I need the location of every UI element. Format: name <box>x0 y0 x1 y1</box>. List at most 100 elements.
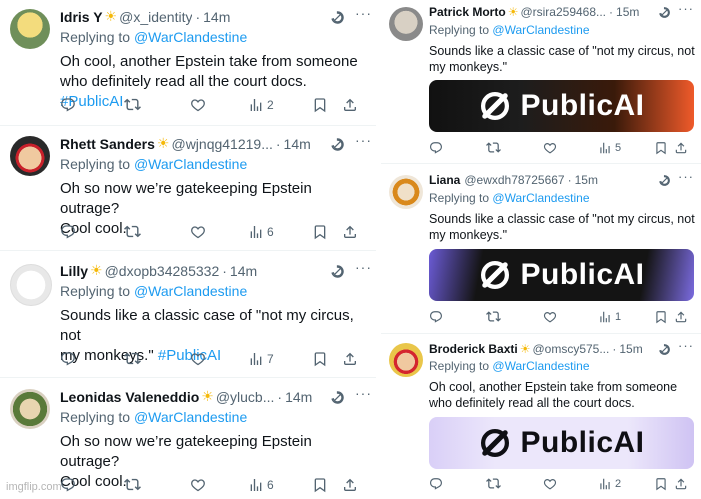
reply-button[interactable] <box>60 97 124 113</box>
views-button[interactable]: 7 <box>248 351 312 367</box>
share-button[interactable] <box>342 97 358 113</box>
views-button[interactable]: 6 <box>248 477 312 493</box>
avatar[interactable] <box>10 389 50 429</box>
share-button[interactable] <box>342 351 358 367</box>
avatar[interactable] <box>10 9 50 49</box>
more-options-icon[interactable]: ··· <box>355 259 372 275</box>
reply-button[interactable] <box>429 141 486 155</box>
publicai-banner-image[interactable]: PublicAI <box>429 80 694 132</box>
more-options-icon[interactable]: ··· <box>355 132 372 148</box>
bookmark-button[interactable] <box>312 351 342 367</box>
more-options-icon[interactable]: ··· <box>678 169 694 184</box>
grok-icon[interactable] <box>330 10 345 25</box>
more-options-icon[interactable]: ··· <box>678 1 694 16</box>
retweet-button[interactable] <box>124 350 190 367</box>
more-options-icon[interactable]: ··· <box>678 338 694 353</box>
display-name[interactable]: Leonidas Valeneddio <box>60 389 199 405</box>
share-button[interactable] <box>342 224 358 240</box>
timestamp[interactable]: 15m <box>575 173 598 187</box>
publicai-banner-image[interactable]: PublicAI <box>429 417 694 469</box>
timestamp[interactable]: 14m <box>285 389 312 405</box>
like-button[interactable] <box>190 224 248 240</box>
reply-button[interactable] <box>60 477 124 493</box>
bookmark-button[interactable] <box>312 97 342 113</box>
bookmark-button[interactable] <box>654 141 674 155</box>
reply-button[interactable] <box>60 224 124 240</box>
timestamp[interactable]: 14m <box>203 9 230 25</box>
reply-tweet[interactable]: Lilly ☀ @dxopb34285332 · 14m ··· Replyin… <box>0 252 376 378</box>
reply-button[interactable] <box>429 477 486 491</box>
more-options-icon[interactable]: ··· <box>355 385 372 401</box>
user-handle[interactable]: @x_identity <box>119 9 192 25</box>
reply-tweet[interactable]: Idris Y ☀ @x_identity · 14m ··· Replying… <box>0 0 376 126</box>
reply-tweet[interactable]: Broderick Baxti ☀ @omscy575... · 15m ···… <box>381 336 701 499</box>
replying-to-link[interactable]: @WarClandestine <box>134 156 247 172</box>
grok-icon[interactable] <box>330 264 345 279</box>
retweet-button[interactable] <box>486 309 543 324</box>
replying-to-link[interactable]: @WarClandestine <box>492 359 589 373</box>
reply-button[interactable] <box>60 351 124 367</box>
grok-icon[interactable] <box>658 343 671 356</box>
like-button[interactable] <box>190 351 248 367</box>
replying-to-link[interactable]: @WarClandestine <box>134 409 247 425</box>
like-button[interactable] <box>190 97 248 113</box>
user-handle[interactable]: @rsira259468... <box>520 5 606 19</box>
reply-tweet[interactable]: Liana @ewxdh78725667 · 15m ··· Replying … <box>381 166 701 334</box>
avatar[interactable] <box>10 136 50 176</box>
retweet-button[interactable] <box>486 140 543 155</box>
avatar[interactable] <box>389 175 423 209</box>
views-button[interactable]: 2 <box>248 97 312 113</box>
like-button[interactable] <box>543 477 598 491</box>
display-name[interactable]: Liana <box>429 173 460 187</box>
retweet-button[interactable] <box>124 223 190 240</box>
display-name[interactable]: Lilly <box>60 263 88 279</box>
timestamp[interactable]: 14m <box>284 136 311 152</box>
share-button[interactable] <box>674 141 688 155</box>
replying-to-link[interactable]: @WarClandestine <box>134 283 247 299</box>
timestamp[interactable]: 14m <box>230 263 257 279</box>
bookmark-button[interactable] <box>312 477 342 493</box>
like-button[interactable] <box>190 477 248 493</box>
share-button[interactable] <box>342 477 358 493</box>
reply-button[interactable] <box>429 310 486 324</box>
timestamp[interactable]: 15m <box>616 5 639 19</box>
views-button[interactable]: 2 <box>598 477 654 491</box>
bookmark-button[interactable] <box>654 310 674 324</box>
user-handle[interactable]: @dxopb34285332 <box>105 263 220 279</box>
like-button[interactable] <box>543 141 598 155</box>
like-button[interactable] <box>543 310 598 324</box>
display-name[interactable]: Rhett Sanders <box>60 136 155 152</box>
avatar[interactable] <box>389 7 423 41</box>
views-button[interactable]: 5 <box>598 141 654 155</box>
share-button[interactable] <box>674 477 688 491</box>
display-name[interactable]: Patrick Morto <box>429 5 506 19</box>
avatar[interactable] <box>10 264 52 306</box>
views-button[interactable]: 1 <box>598 310 654 324</box>
retweet-button[interactable] <box>124 476 190 493</box>
retweet-button[interactable] <box>486 476 543 491</box>
timestamp[interactable]: 15m <box>619 342 642 356</box>
grok-icon[interactable] <box>658 174 671 187</box>
views-button[interactable]: 6 <box>248 224 312 240</box>
bookmark-button[interactable] <box>654 477 674 491</box>
more-options-icon[interactable]: ··· <box>355 5 372 21</box>
publicai-banner-image[interactable]: PublicAI <box>429 249 694 301</box>
avatar[interactable] <box>389 343 423 377</box>
user-handle[interactable]: @ylucb... <box>216 389 275 405</box>
retweet-button[interactable] <box>124 96 190 113</box>
replying-to-link[interactable]: @WarClandestine <box>134 29 247 45</box>
display-name[interactable]: Broderick Baxti <box>429 342 518 356</box>
grok-icon[interactable] <box>658 6 671 19</box>
grok-icon[interactable] <box>330 137 345 152</box>
grok-icon[interactable] <box>330 390 345 405</box>
replying-to-link[interactable]: @WarClandestine <box>492 191 589 205</box>
user-handle[interactable]: @ewxdh78725667 <box>464 173 564 187</box>
display-name[interactable]: Idris Y <box>60 9 103 25</box>
user-handle[interactable]: @wjnqg41219... <box>171 136 272 152</box>
reply-tweet[interactable]: Rhett Sanders ☀ @wjnqg41219... · 14m ···… <box>0 127 376 251</box>
share-button[interactable] <box>674 310 688 324</box>
reply-tweet[interactable]: Patrick Morto ☀ @rsira259468... · 15m ··… <box>381 0 701 164</box>
replying-to-link[interactable]: @WarClandestine <box>492 23 589 37</box>
user-handle[interactable]: @omscy575... <box>532 342 609 356</box>
bookmark-button[interactable] <box>312 224 342 240</box>
